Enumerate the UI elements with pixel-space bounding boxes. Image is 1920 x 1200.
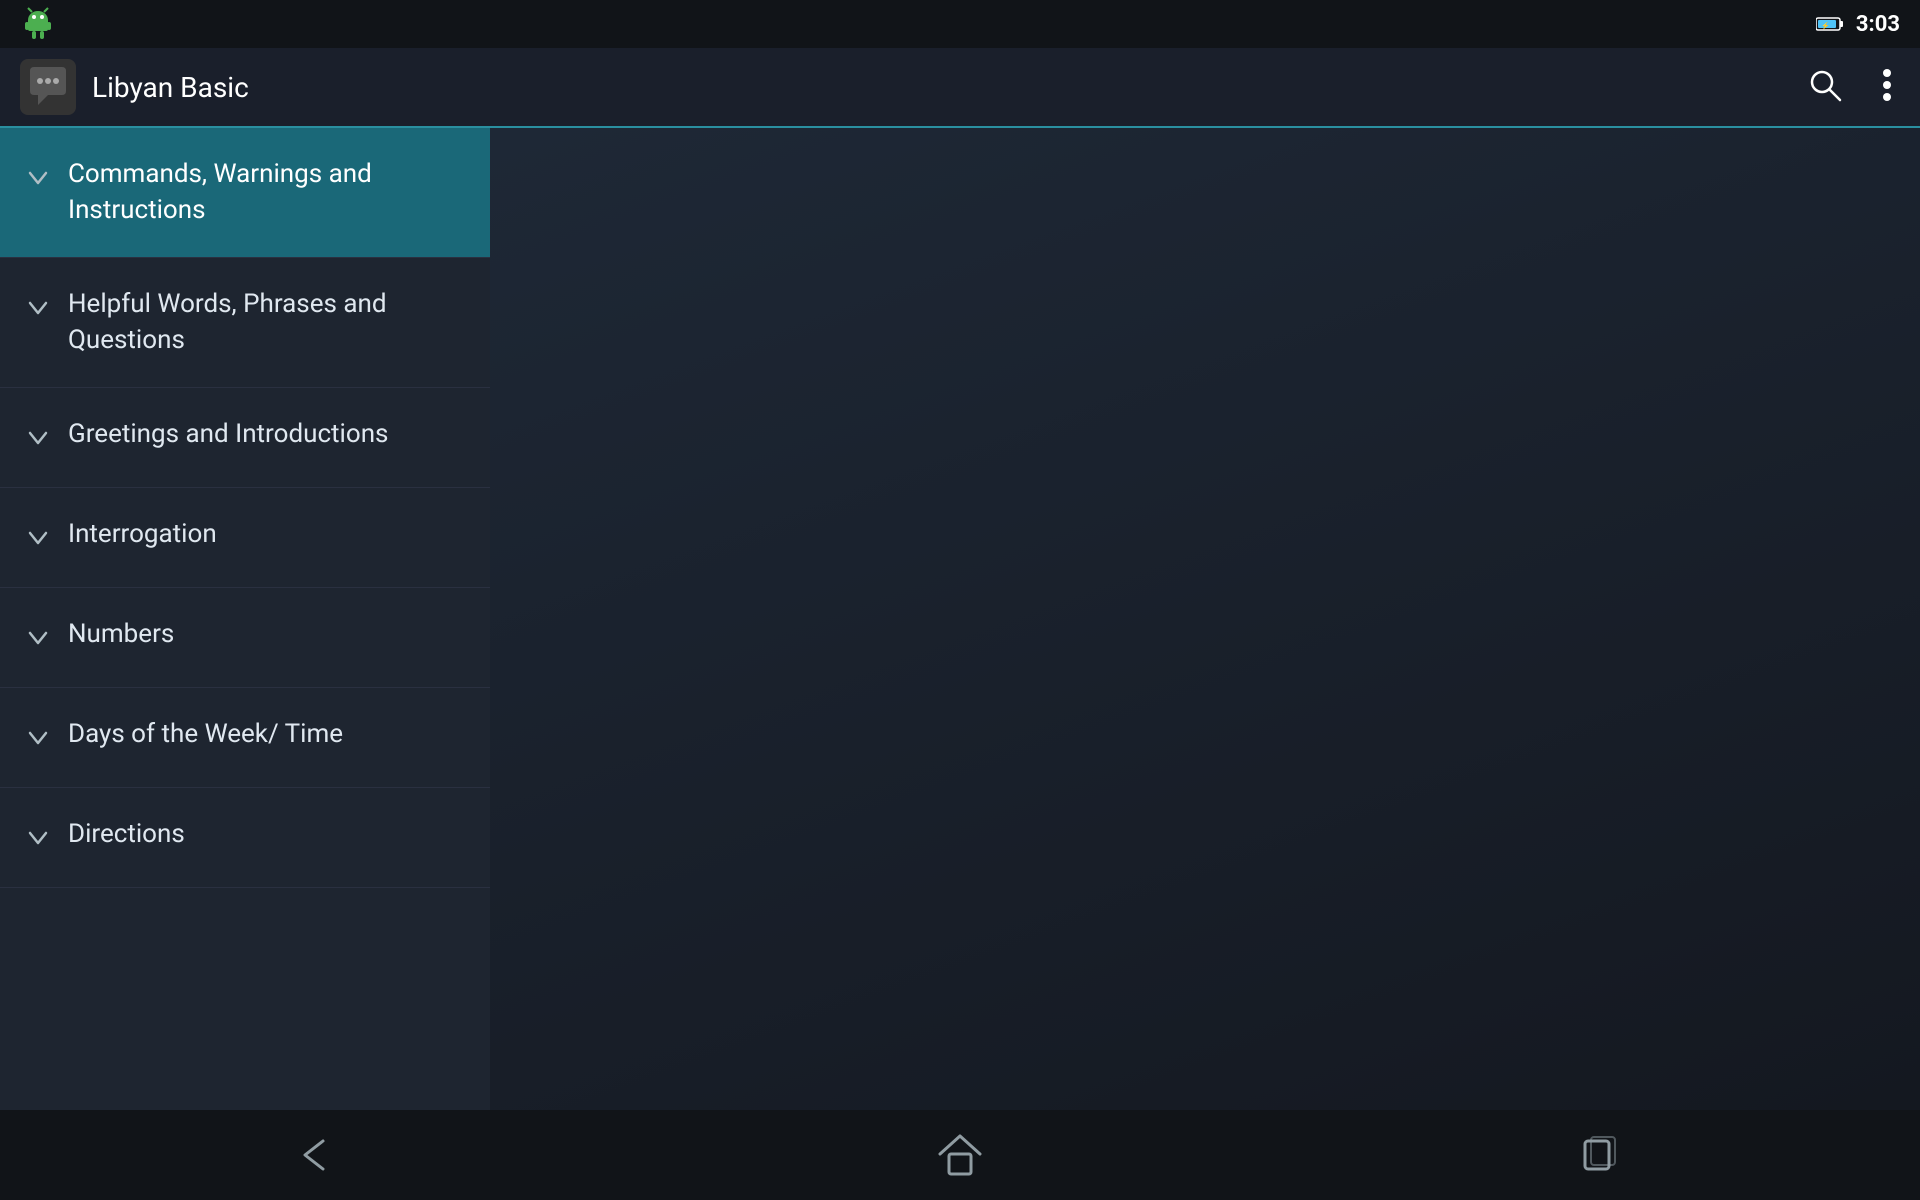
android-icon <box>20 6 56 42</box>
status-bar-left <box>20 6 56 42</box>
status-bar-right: ⚡ 3:03 <box>1816 12 1900 37</box>
sidebar-item-greetings[interactable]: Greetings and Introductions <box>0 388 490 488</box>
more-options-button[interactable] <box>1874 60 1900 114</box>
toolbar-actions <box>1800 60 1900 114</box>
chevron-down-icon <box>20 820 56 856</box>
time-display: 3:03 <box>1856 12 1900 37</box>
chevron-down-icon <box>20 720 56 756</box>
chevron-down-icon <box>20 420 56 456</box>
chevron-down-icon <box>20 160 56 196</box>
search-button[interactable] <box>1800 60 1850 114</box>
recents-icon <box>1577 1135 1623 1175</box>
search-icon <box>1808 68 1842 102</box>
sidebar-item-numbers-label: Numbers <box>68 616 174 652</box>
back-button[interactable] <box>280 1125 360 1185</box>
sidebar-item-commands[interactable]: Commands, Warnings and Instructions <box>0 128 490 258</box>
battery-icon: ⚡ <box>1816 16 1844 32</box>
sidebar-item-directions-label: Directions <box>68 816 185 852</box>
app-toolbar: Libyan Basic <box>0 48 1920 128</box>
sidebar-item-helpful-words-label: Helpful Words, Phrases and Questions <box>68 286 470 359</box>
home-button[interactable] <box>920 1125 1000 1185</box>
back-icon <box>295 1135 345 1175</box>
app-icon <box>20 59 76 115</box>
sidebar-item-interrogation-label: Interrogation <box>68 516 217 552</box>
sidebar-item-directions[interactable]: Directions <box>0 788 490 888</box>
chevron-down-icon <box>20 520 56 556</box>
main-panel <box>490 128 1920 1110</box>
home-icon <box>935 1132 985 1178</box>
sidebar-item-helpful-words[interactable]: Helpful Words, Phrases and Questions <box>0 258 490 388</box>
recents-button[interactable] <box>1560 1125 1640 1185</box>
battery-indicator: ⚡ <box>1816 16 1844 32</box>
chevron-down-icon <box>20 290 56 326</box>
sidebar-item-days[interactable]: Days of the Week/ Time <box>0 688 490 788</box>
bottom-nav-bar <box>0 1110 1920 1200</box>
sidebar-item-days-label: Days of the Week/ Time <box>68 716 343 752</box>
sidebar-item-numbers[interactable]: Numbers <box>0 588 490 688</box>
more-vert-icon <box>1882 68 1892 102</box>
sidebar-item-interrogation[interactable]: Interrogation <box>0 488 490 588</box>
sidebar: Commands, Warnings and Instructions Help… <box>0 128 490 1110</box>
chat-icon <box>26 65 70 109</box>
sidebar-item-commands-label: Commands, Warnings and Instructions <box>68 156 470 229</box>
chevron-down-icon <box>20 620 56 656</box>
svg-text:⚡: ⚡ <box>1821 21 1830 30</box>
app-title: Libyan Basic <box>92 71 1800 104</box>
main-content: Commands, Warnings and Instructions Help… <box>0 128 1920 1110</box>
sidebar-item-greetings-label: Greetings and Introductions <box>68 416 388 452</box>
status-bar: ⚡ 3:03 <box>0 0 1920 48</box>
